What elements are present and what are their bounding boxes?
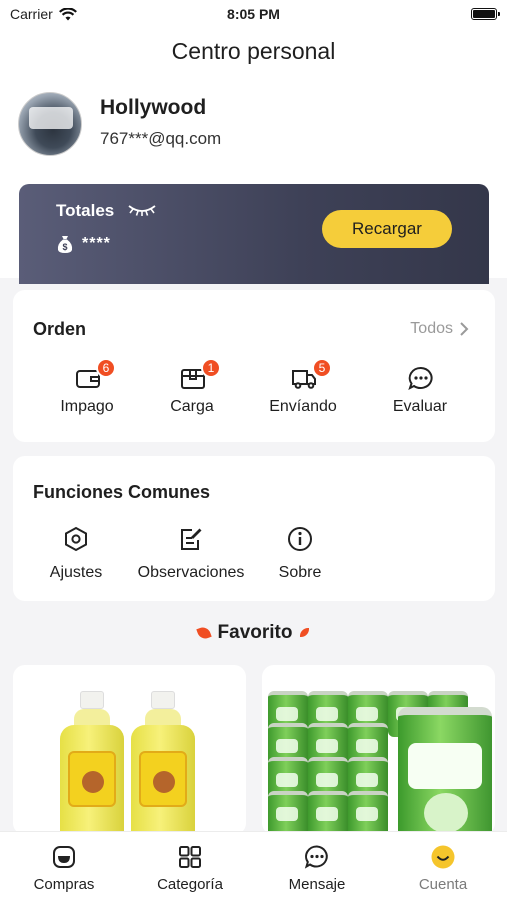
message-icon [304, 845, 328, 869]
tab-label-cuenta: Cuenta [418, 876, 468, 893]
tab-mensaje[interactable]: Mensaje [262, 844, 372, 893]
bottom-tab-bar: Compras Categoría Mensaje Cuenta [0, 831, 507, 900]
order-badge-carga: 1 [201, 358, 221, 378]
leaf-icon [195, 625, 212, 641]
tab-label-categoria: Categoría [157, 876, 223, 893]
function-item-sobre[interactable]: Sobre [270, 526, 330, 582]
function-label-ajustes: Ajustes [49, 564, 103, 581]
money-bag-icon: $ [57, 236, 73, 253]
leaf-icon [300, 628, 310, 638]
common-functions-card: Funciones Comunes Ajustes Observaciones … [13, 456, 495, 601]
order-badge-enviando: 5 [312, 358, 332, 378]
info-icon [288, 527, 312, 551]
chat-bubble-icon [408, 366, 433, 390]
smile-face-icon [431, 845, 455, 869]
order-label-enviando: Envíando [269, 398, 337, 415]
grid-icon [179, 846, 201, 868]
battery-icon [471, 8, 500, 20]
product-image-soda-cans [262, 685, 495, 835]
function-item-observaciones[interactable]: Observaciones [128, 526, 254, 582]
function-label-sobre: Sobre [278, 564, 322, 581]
wallet-amount: **** [82, 235, 111, 252]
tab-compras[interactable]: Compras [9, 844, 119, 893]
function-label-observaciones: Observaciones [137, 564, 245, 581]
wallet-card: Totales $ **** Recargar [19, 184, 489, 284]
order-badge-impago: 6 [96, 358, 116, 378]
bottle-image [131, 691, 195, 835]
common-functions-title: Funciones Comunes [33, 482, 211, 502]
user-name: Hollywood [100, 96, 207, 119]
wallet-title: Totales [56, 201, 115, 220]
favorites-title: Favorito [217, 622, 293, 643]
edit-note-icon [181, 528, 202, 550]
order-item-carga[interactable]: 1 Carga [142, 358, 242, 416]
eye-closed-icon[interactable] [127, 202, 157, 218]
order-item-impago[interactable]: 6 Impago [37, 358, 137, 416]
tab-label-mensaje: Mensaje [288, 876, 346, 893]
order-item-enviando[interactable]: 5 Envíando [253, 358, 353, 416]
status-bar: Carrier 8:05 PM [0, 0, 507, 28]
orders-card: Orden Todos 6 Impago 1 Carga 5 Envíando … [13, 290, 495, 442]
status-time: 8:05 PM [227, 6, 280, 22]
bottle-image [60, 691, 124, 835]
settings-hexagon-icon [65, 526, 87, 552]
product-card[interactable] [13, 665, 246, 835]
chevron-right-icon [460, 322, 469, 336]
tab-cuenta[interactable]: Cuenta [388, 844, 498, 893]
order-label-carga: Carga [170, 398, 214, 415]
order-label-evaluar: Evaluar [392, 398, 448, 415]
product-card[interactable] [262, 665, 495, 835]
user-email: 767***@qq.com [100, 129, 222, 148]
avatar[interactable] [18, 92, 82, 156]
favorites-header: Favorito [0, 622, 507, 644]
tab-categoria[interactable]: Categoría [135, 844, 245, 893]
see-all-orders-link[interactable]: Todos [410, 320, 469, 338]
order-item-evaluar[interactable]: Evaluar [370, 362, 470, 416]
recharge-button[interactable]: Recargar [322, 210, 452, 248]
see-all-label: Todos [410, 320, 453, 337]
order-label-impago: Impago [60, 398, 114, 415]
function-item-ajustes[interactable]: Ajustes [41, 526, 111, 582]
orders-title: Orden [33, 319, 87, 339]
svg-text:$: $ [62, 242, 67, 252]
shop-bag-icon [53, 846, 75, 868]
tab-label-compras: Compras [33, 876, 95, 893]
page-title: Centro personal [171, 38, 336, 64]
